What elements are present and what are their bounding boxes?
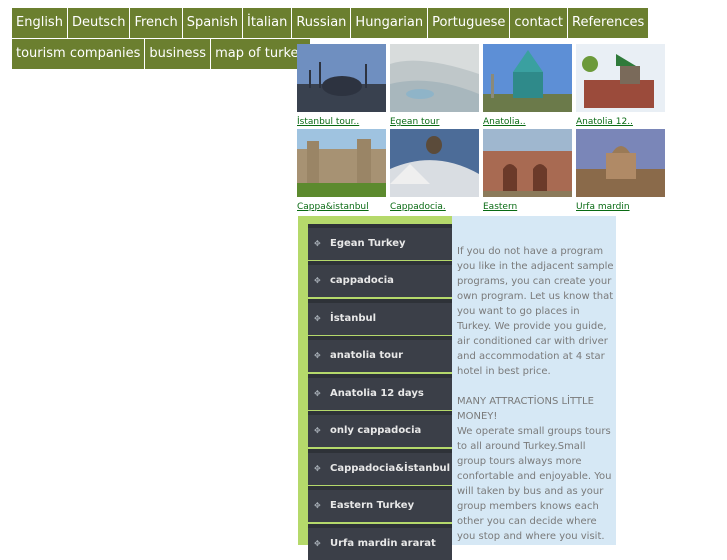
thumb-caption[interactable]: Urfa mardin bbox=[576, 202, 666, 212]
groups-paragraph: We operate small groups tours to all aro… bbox=[457, 426, 612, 542]
thumb-cappadocia[interactable]: Cappadocia. bbox=[390, 129, 480, 212]
nav-deutsch[interactable]: Deutsch bbox=[67, 8, 131, 39]
content-panel: ✥ Egean Turkey ✥ cappadocia ✥ İstanbul ✥… bbox=[298, 216, 617, 560]
nav-tourism-companies[interactable]: tourism companies bbox=[12, 39, 146, 70]
bullet-icon: ✥ bbox=[314, 389, 321, 398]
eastern-ruins-image[interactable] bbox=[483, 129, 572, 197]
menu-item-label: only cappadocia bbox=[330, 425, 422, 436]
istanbul-mosque-image[interactable] bbox=[297, 44, 386, 112]
anatolia-pavilion-image[interactable] bbox=[576, 44, 665, 112]
bullet-icon: ✥ bbox=[314, 539, 321, 548]
nav-portuguese[interactable]: Portuguese bbox=[428, 8, 511, 39]
description-text: If you do not have a program you like in… bbox=[457, 244, 617, 544]
menu-item-only-cappadocia[interactable]: ✥ only cappadocia bbox=[308, 411, 452, 447]
bullet-icon: ✥ bbox=[314, 501, 321, 510]
menu-item-cappadocia-istanbul[interactable]: ✥ Cappadocia&İstanbul bbox=[308, 449, 452, 485]
nav-references[interactable]: References bbox=[568, 8, 650, 39]
nav-french[interactable]: French bbox=[130, 8, 183, 39]
menu-item-egean-turkey[interactable]: ✥ Egean Turkey bbox=[308, 224, 452, 260]
menu-item-istanbul[interactable]: ✥ İstanbul bbox=[308, 299, 452, 335]
nav-business[interactable]: business bbox=[145, 39, 212, 70]
tour-menu: ✥ Egean Turkey ✥ cappadocia ✥ İstanbul ✥… bbox=[306, 216, 452, 560]
mardin-building-image[interactable] bbox=[576, 129, 665, 197]
thumb-anatolia-12[interactable]: Anatolia 12.. bbox=[576, 44, 666, 127]
thumb-caption[interactable]: Egean tour bbox=[390, 117, 480, 127]
menu-item-label: Cappadocia&İstanbul bbox=[330, 463, 451, 474]
menu-item-label: anatolia tour bbox=[330, 350, 404, 361]
thumb-caption[interactable]: Anatolia 12.. bbox=[576, 117, 666, 127]
thumb-anatolia[interactable]: Anatolia.. bbox=[483, 44, 573, 127]
thumb-caption[interactable]: Anatolia.. bbox=[483, 117, 573, 127]
mevlana-dome-image[interactable] bbox=[483, 44, 572, 112]
menu-item-urfa-mardin-ararat[interactable]: ✥ Urfa mardin ararat bbox=[308, 524, 452, 560]
bullet-icon: ✥ bbox=[314, 239, 321, 248]
pamukkale-terraces-image[interactable] bbox=[390, 44, 479, 112]
menu-item-label: Urfa mardin ararat bbox=[330, 538, 436, 549]
menu-item-label: İstanbul bbox=[330, 313, 377, 324]
thumb-caption[interactable]: Cappa&istanbul bbox=[297, 202, 387, 212]
menu-item-anatolia-12-days[interactable]: ✥ Anatolia 12 days bbox=[308, 374, 452, 410]
thumb-cappa-istanbul[interactable]: Cappa&istanbul bbox=[297, 129, 387, 212]
bullet-icon: ✥ bbox=[314, 276, 321, 285]
thumb-eastern[interactable]: Eastern bbox=[483, 129, 573, 212]
nav-contact[interactable]: contact bbox=[510, 8, 568, 39]
city-walls-image[interactable] bbox=[297, 129, 386, 197]
bullet-icon: ✥ bbox=[314, 464, 321, 473]
thumb-caption[interactable]: Cappadocia. bbox=[390, 202, 480, 212]
menu-item-label: Egean Turkey bbox=[330, 238, 406, 249]
attractions-heading: MANY ATTRACTİONS LİTTLE MONEY! bbox=[457, 396, 594, 422]
bullet-icon: ✥ bbox=[314, 314, 321, 323]
menu-item-anatolia-tour[interactable]: ✥ anatolia tour bbox=[308, 336, 452, 372]
decorative-bar bbox=[298, 216, 306, 545]
thumb-urfa-mardin[interactable]: Urfa mardin bbox=[576, 129, 666, 212]
menu-item-label: cappadocia bbox=[330, 275, 394, 286]
thumb-egean[interactable]: Egean tour bbox=[390, 44, 480, 127]
nav-spanish[interactable]: Spanish bbox=[182, 8, 244, 39]
intro-paragraph: If you do not have a program you like in… bbox=[457, 246, 614, 377]
balloon-valley-image[interactable] bbox=[390, 129, 479, 197]
bullet-icon: ✥ bbox=[314, 426, 321, 435]
menu-item-cappadocia[interactable]: ✥ cappadocia bbox=[308, 261, 452, 297]
nav-row-languages: English Deutsch French Spanish İtalian R… bbox=[12, 8, 650, 39]
thumb-caption[interactable]: Eastern bbox=[483, 202, 573, 212]
bullet-icon: ✥ bbox=[314, 351, 321, 360]
menu-item-label: Anatolia 12 days bbox=[330, 388, 424, 399]
menu-item-label: Eastern Turkey bbox=[330, 500, 415, 511]
nav-english[interactable]: English bbox=[12, 8, 68, 39]
thumb-istanbul[interactable]: İstanbul tour.. bbox=[297, 44, 387, 127]
nav-russian[interactable]: Russian bbox=[292, 8, 352, 39]
nav-hungarian[interactable]: Hungarian bbox=[351, 8, 429, 39]
thumb-caption[interactable]: İstanbul tour.. bbox=[297, 117, 387, 127]
menu-item-eastern-turkey[interactable]: ✥ Eastern Turkey bbox=[308, 486, 452, 522]
nav-italian[interactable]: İtalian bbox=[243, 8, 293, 39]
